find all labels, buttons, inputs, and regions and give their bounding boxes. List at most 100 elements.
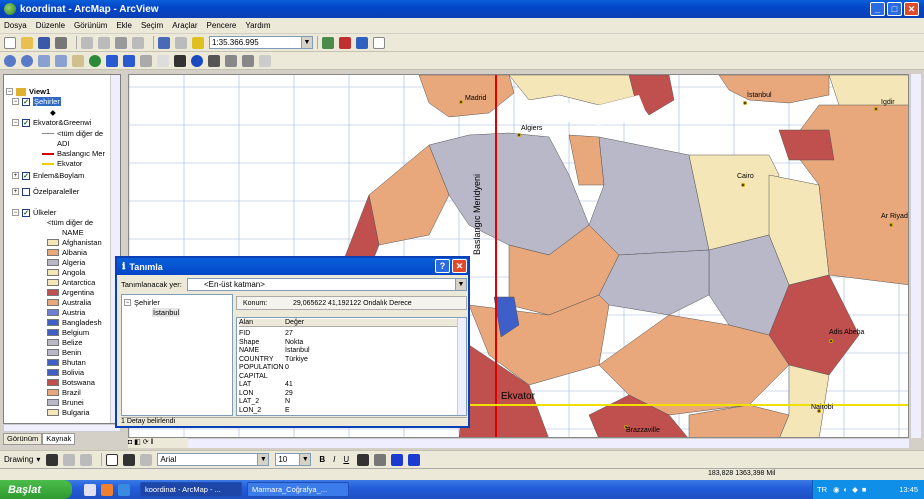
measure-icon[interactable] xyxy=(242,54,254,67)
task-arcmap[interactable]: koordinat - ArcMap - ... xyxy=(140,482,242,497)
tray-icon[interactable]: ◐ xyxy=(844,485,849,494)
italic-icon[interactable]: I xyxy=(333,455,335,464)
toc-layer-enlem-boylam[interactable]: + ✓ Enlem&Boylam xyxy=(12,171,84,180)
tab-kaynak[interactable]: Kaynak xyxy=(42,433,76,445)
marker-color-icon[interactable] xyxy=(408,453,421,466)
layer-checkbox[interactable]: ✓ xyxy=(22,97,30,106)
layer-checkbox[interactable]: ✓ xyxy=(22,118,30,127)
task-marmara[interactable]: Marmara_Coğrafya_... xyxy=(247,482,349,497)
city-marker[interactable] xyxy=(889,223,893,227)
tree-node-istanbul[interactable]: İstanbul xyxy=(152,308,181,317)
menu-dosya[interactable]: Dosya xyxy=(4,21,27,30)
map-scale-combo[interactable]: 1:35.366.995 ▼ xyxy=(209,36,313,49)
font-combo[interactable]: Arial ▼ xyxy=(157,453,270,466)
city-marker[interactable] xyxy=(829,339,833,343)
attribute-row[interactable]: CAPITAL xyxy=(239,373,285,380)
bold-icon[interactable]: B xyxy=(319,455,325,464)
tree-node-sehirler[interactable]: − Şehirler xyxy=(124,298,160,307)
menu-gorunum[interactable]: Görünüm xyxy=(74,21,107,30)
chevron-down-icon[interactable]: ▼ xyxy=(455,279,466,290)
print-icon[interactable] xyxy=(55,36,67,49)
attribute-row[interactable]: COUNTRY Türkiye xyxy=(239,356,308,363)
identify-close-button[interactable]: ✕ xyxy=(452,259,467,273)
select-elements-icon[interactable] xyxy=(174,54,186,67)
fill-color-icon[interactable] xyxy=(374,453,387,466)
expand-icon[interactable]: + xyxy=(12,172,19,179)
quicklaunch-icon[interactable] xyxy=(101,483,113,496)
toc-dataframe[interactable]: − View1 xyxy=(6,87,50,96)
font-size-combo[interactable]: 10 ▼ xyxy=(275,453,312,466)
previous-extent-icon[interactable] xyxy=(106,54,118,67)
attribute-row[interactable]: LON 29 xyxy=(239,390,293,397)
collapse-icon[interactable]: − xyxy=(12,98,19,105)
menu-secim[interactable]: Seçim xyxy=(141,21,163,30)
help-button[interactable]: ? xyxy=(435,259,450,273)
font-color-icon[interactable] xyxy=(357,453,370,466)
toc-layer-sehirler[interactable]: − ✓ Şehirler xyxy=(12,97,61,106)
save-icon[interactable] xyxy=(38,36,50,49)
city-marker[interactable] xyxy=(741,183,745,187)
toc-horizontal-scrollbar[interactable] xyxy=(3,424,121,432)
chevron-down-icon[interactable]: ▼ xyxy=(301,37,312,48)
whats-this-icon[interactable] xyxy=(373,36,385,49)
layer-checkbox[interactable] xyxy=(22,187,30,196)
select-features-icon[interactable] xyxy=(140,54,152,67)
attribute-row[interactable]: LAT 41 xyxy=(239,381,293,388)
attribute-row[interactable]: POPULATION 0 xyxy=(239,364,289,371)
attribute-row[interactable]: Shape Nokta xyxy=(239,339,303,346)
close-button[interactable]: ✕ xyxy=(904,2,919,16)
underline-icon[interactable]: U xyxy=(343,455,349,464)
arctoolbox-icon[interactable] xyxy=(339,36,351,49)
editor-toolbar-icon[interactable] xyxy=(322,36,334,49)
expand-icon[interactable]: + xyxy=(12,188,19,195)
rectangle-icon[interactable] xyxy=(106,453,119,466)
toc-layer-ekvator-greenwich[interactable]: − ✓ Ekvator&Greenwi xyxy=(12,118,91,127)
undo-icon[interactable] xyxy=(158,36,170,49)
tray-icon[interactable]: ■ xyxy=(862,485,867,494)
line-color-icon[interactable] xyxy=(391,453,404,466)
map-horizontal-scrollbar[interactable] xyxy=(128,438,909,448)
start-button[interactable]: Başlat xyxy=(0,480,72,499)
fixed-zoom-in-icon[interactable] xyxy=(38,54,50,67)
paste-icon[interactable] xyxy=(115,36,127,49)
select-elements-icon[interactable] xyxy=(46,453,59,466)
menu-yardim[interactable]: Yardım xyxy=(245,21,270,30)
copy-icon[interactable] xyxy=(98,36,110,49)
city-marker[interactable] xyxy=(459,100,463,104)
attribute-row[interactable]: LAT_2 N xyxy=(239,398,290,405)
view-mode-buttons[interactable]: ◘ ◧ ⟳ ‖ xyxy=(128,438,188,448)
grid-vertical-scrollbar[interactable] xyxy=(457,318,466,415)
delete-icon[interactable] xyxy=(132,36,144,49)
text-icon[interactable] xyxy=(123,453,136,466)
zoom-whole-page-icon[interactable] xyxy=(80,453,93,466)
toc-layer-ulkeler[interactable]: − ✓ Ülkeler xyxy=(12,208,56,217)
toc-layer-ozelparaleller[interactable]: + Özelparaleller xyxy=(12,187,79,196)
chevron-down-icon[interactable]: ▼ xyxy=(299,454,311,465)
menu-pencere[interactable]: Pencere xyxy=(207,21,237,30)
collapse-icon[interactable]: − xyxy=(12,209,19,216)
collapse-icon[interactable]: − xyxy=(12,119,19,126)
menu-ekle[interactable]: Ekle xyxy=(116,21,132,30)
redo-icon[interactable] xyxy=(175,36,187,49)
minimize-button[interactable]: _ xyxy=(870,2,885,16)
new-document-icon[interactable] xyxy=(4,36,16,49)
hyperlink-icon[interactable] xyxy=(259,54,271,67)
tab-gorunum[interactable]: Görünüm xyxy=(3,433,43,445)
drawing-menu[interactable]: Drawing xyxy=(4,455,33,464)
layer-checkbox[interactable]: ✓ xyxy=(22,171,30,180)
map-vertical-scrollbar[interactable] xyxy=(910,74,921,438)
collapse-icon[interactable]: − xyxy=(6,88,13,95)
go-to-xy-icon[interactable] xyxy=(225,54,237,67)
attribute-row[interactable]: LON_2 E xyxy=(239,407,290,414)
zoom-in-icon[interactable] xyxy=(4,54,16,67)
tray-icon[interactable]: ◆ xyxy=(852,485,858,494)
menu-duzenle[interactable]: Düzenle xyxy=(36,21,65,30)
fixed-zoom-out-icon[interactable] xyxy=(55,54,67,67)
open-folder-icon[interactable] xyxy=(21,36,33,49)
layer-checkbox[interactable]: ✓ xyxy=(22,208,30,217)
full-extent-icon[interactable] xyxy=(89,54,101,67)
quicklaunch-icon[interactable] xyxy=(84,483,96,496)
identify-from-combo[interactable]: <En-üst katman> ▼ xyxy=(187,278,467,291)
next-extent-icon[interactable] xyxy=(123,54,135,67)
add-data-icon[interactable] xyxy=(192,36,204,49)
